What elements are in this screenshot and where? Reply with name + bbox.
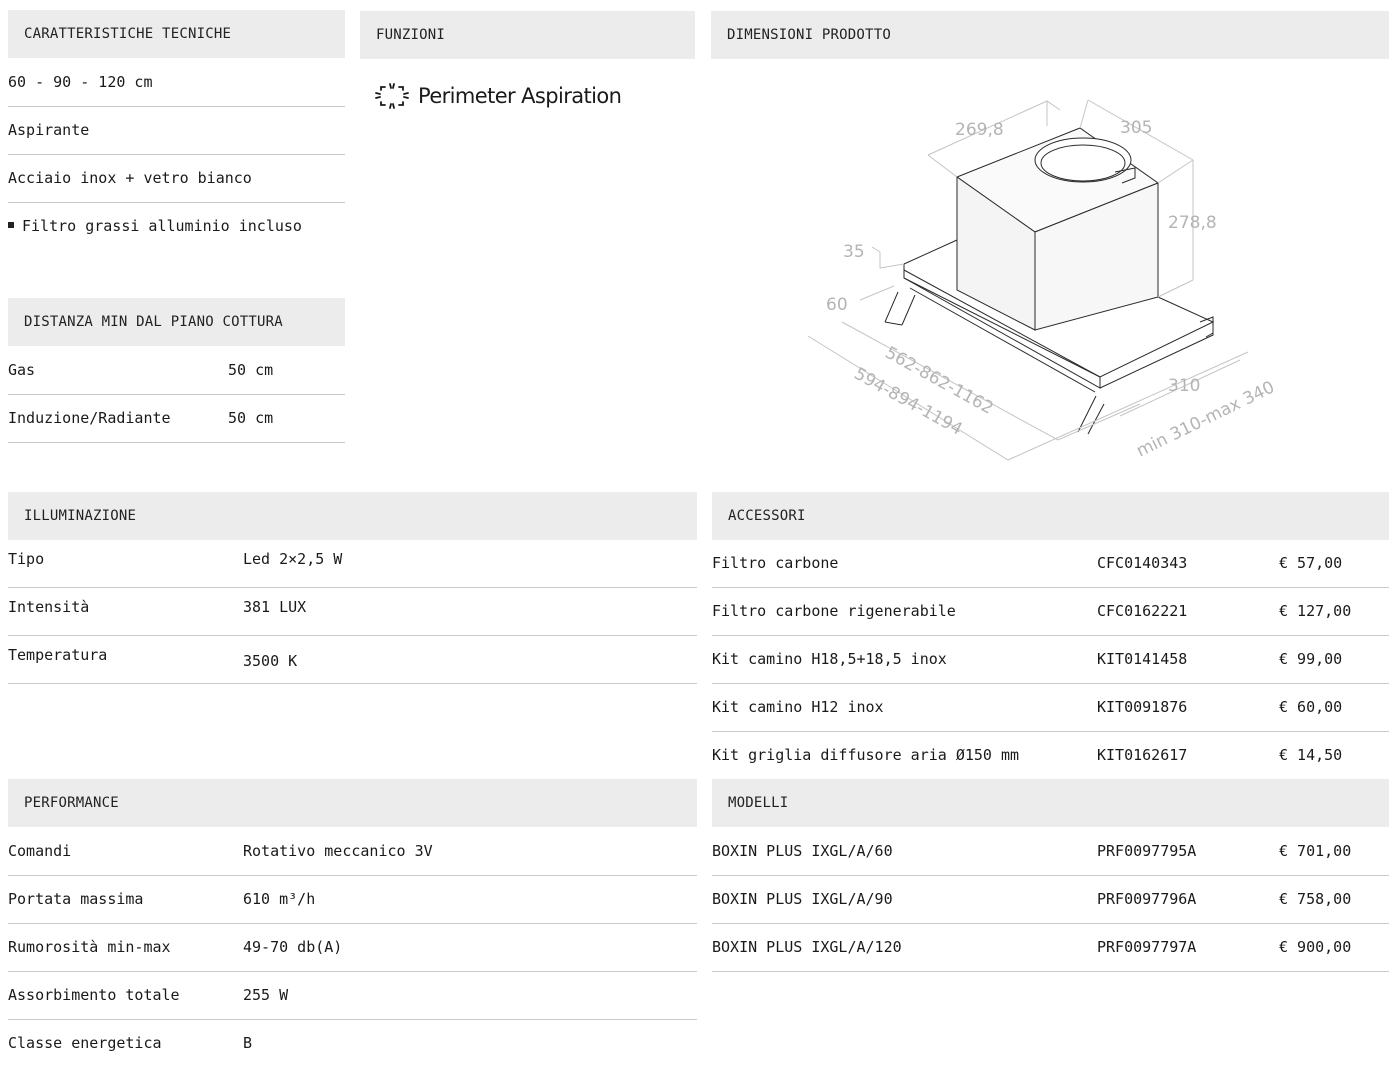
performance-row: Comandi Rotativo meccanico 3V — [8, 828, 697, 876]
distance-header: DISTANZA MIN DAL PIANO COTTURA — [8, 298, 345, 346]
model-row: BOXIN PLUS IXGL/A/120 PRF0097797A € 900,… — [712, 924, 1389, 972]
model-name: BOXIN PLUS IXGL/A/90 — [712, 890, 893, 908]
dim-label: min 310-max 340 — [1133, 377, 1277, 461]
functions-header: FUNZIONI — [360, 11, 695, 59]
performance-label: Assorbimento totale — [8, 986, 180, 1004]
dim-label: 278,8 — [1168, 213, 1217, 233]
accessory-row: Kit camino H18,5+18,5 inox KIT0141458 € … — [712, 636, 1389, 684]
product-dimension-drawing: 269,8 305 278,8 35 60 562-862-1162 594-8… — [807, 99, 1278, 461]
accessory-price: € 57,00 — [1279, 554, 1343, 572]
lighting-row: Temperatura 3500 K — [8, 636, 697, 684]
performance-row: Classe energetica B — [8, 1020, 697, 1060]
lighting-label: Temperatura — [8, 646, 108, 664]
feature-label: Perimeter Aspiration — [418, 84, 622, 108]
performance-value: B — [243, 1034, 253, 1052]
lighting-header: ILLUMINAZIONE — [8, 492, 697, 540]
accessory-code: CFC0162221 — [1097, 602, 1188, 620]
tech-value: Aspirante — [8, 121, 90, 139]
performance-label: Rumorosità min-max — [8, 938, 171, 956]
accessory-row: Kit camino H12 inox KIT0091876 € 60,00 — [712, 684, 1389, 732]
performance-label: Comandi — [8, 842, 72, 860]
accessory-code: KIT0162617 — [1097, 746, 1188, 764]
tech-header: CARATTERISTICHE TECNICHE — [8, 10, 345, 58]
accessories-header: ACCESSORI — [712, 492, 1389, 540]
accessory-price: € 14,50 — [1279, 746, 1343, 764]
accessory-name: Filtro carbone rigenerabile — [712, 602, 956, 620]
tech-row: Acciaio inox + vetro bianco — [8, 155, 345, 203]
model-name: BOXIN PLUS IXGL/A/120 — [712, 938, 902, 956]
lighting-row: Tipo Led 2×2,5 W — [8, 540, 697, 588]
lighting-row: Intensità 381 LUX — [8, 588, 697, 636]
accessory-price: € 127,00 — [1279, 602, 1352, 620]
tech-row: 60 - 90 - 120 cm — [8, 59, 345, 107]
tech-value: 60 - 90 - 120 cm — [8, 73, 153, 91]
tech-value: Filtro grassi alluminio incluso — [22, 217, 302, 235]
accessory-price: € 60,00 — [1279, 698, 1343, 716]
lighting-label: Tipo — [8, 550, 45, 568]
performance-label: Portata massima — [8, 890, 144, 908]
lighting-value: 3500 K — [243, 652, 298, 670]
distance-value: 50 cm — [228, 409, 274, 427]
performance-value: 610 m³/h — [243, 890, 316, 908]
dim-label: 305 — [1120, 118, 1152, 138]
tech-row: Aspirante — [8, 107, 345, 155]
model-price: € 701,00 — [1279, 842, 1352, 860]
bullet-icon — [8, 221, 14, 228]
model-code: PRF0097797A — [1097, 938, 1197, 956]
accessory-price: € 99,00 — [1279, 650, 1343, 668]
performance-label: Classe energetica — [8, 1034, 162, 1052]
lighting-value: 381 LUX — [243, 598, 307, 616]
distance-value: 50 cm — [228, 361, 274, 379]
model-row: BOXIN PLUS IXGL/A/90 PRF0097796A € 758,0… — [712, 876, 1389, 924]
distance-row: Gas 50 cm — [8, 347, 345, 395]
accessory-name: Kit camino H12 inox — [712, 698, 884, 716]
model-code: PRF0097795A — [1097, 842, 1197, 860]
model-price: € 900,00 — [1279, 938, 1352, 956]
accessory-code: CFC0140343 — [1097, 554, 1188, 572]
model-name: BOXIN PLUS IXGL/A/60 — [712, 842, 893, 860]
lighting-label: Intensità — [8, 598, 90, 616]
accessory-row: Filtro carbone CFC0140343 € 57,00 — [712, 540, 1389, 588]
accessory-row: Filtro carbone rigenerabile CFC0162221 €… — [712, 588, 1389, 636]
model-code: PRF0097796A — [1097, 890, 1197, 908]
model-row: BOXIN PLUS IXGL/A/60 PRF0097795A € 701,0… — [712, 828, 1389, 876]
accessory-row: Kit griglia diffusore aria Ø150 mm KIT01… — [712, 732, 1389, 780]
tech-row: Filtro grassi alluminio incluso — [8, 203, 345, 251]
performance-value: 49-70 db(A) — [243, 938, 343, 956]
model-price: € 758,00 — [1279, 890, 1352, 908]
dimensions-header: DIMENSIONI PRODOTTO — [711, 11, 1389, 59]
accessory-code: KIT0091876 — [1097, 698, 1188, 716]
dim-label: 310 — [1168, 376, 1200, 396]
dim-label: 269,8 — [955, 120, 1004, 140]
performance-value: 255 W — [243, 986, 289, 1004]
distance-row: Induzione/Radiante 50 cm — [8, 395, 345, 443]
lighting-value: Led 2×2,5 W — [243, 550, 343, 568]
performance-row: Portata massima 610 m³/h — [8, 876, 697, 924]
distance-label: Gas — [8, 361, 36, 379]
performance-row: Rumorosità min-max 49-70 db(A) — [8, 924, 697, 972]
dim-label: 35 — [843, 242, 865, 262]
tech-value: Acciaio inox + vetro bianco — [8, 169, 252, 187]
performance-header: PERFORMANCE — [8, 779, 697, 827]
performance-value: Rotativo meccanico 3V — [243, 842, 433, 860]
accessory-name: Kit camino H18,5+18,5 inox — [712, 650, 947, 668]
accessory-name: Filtro carbone — [712, 554, 839, 572]
models-header: MODELLI — [712, 779, 1389, 827]
dim-label: 60 — [826, 295, 848, 315]
feature-perimeter-aspiration: Perimeter Aspiration — [372, 76, 622, 116]
accessory-name: Kit griglia diffusore aria Ø150 mm — [712, 746, 1020, 764]
perimeter-aspiration-icon — [375, 83, 409, 109]
distance-label: Induzione/Radiante — [8, 409, 171, 427]
performance-row: Assorbimento totale 255 W — [8, 972, 697, 1020]
accessory-code: KIT0141458 — [1097, 650, 1188, 668]
